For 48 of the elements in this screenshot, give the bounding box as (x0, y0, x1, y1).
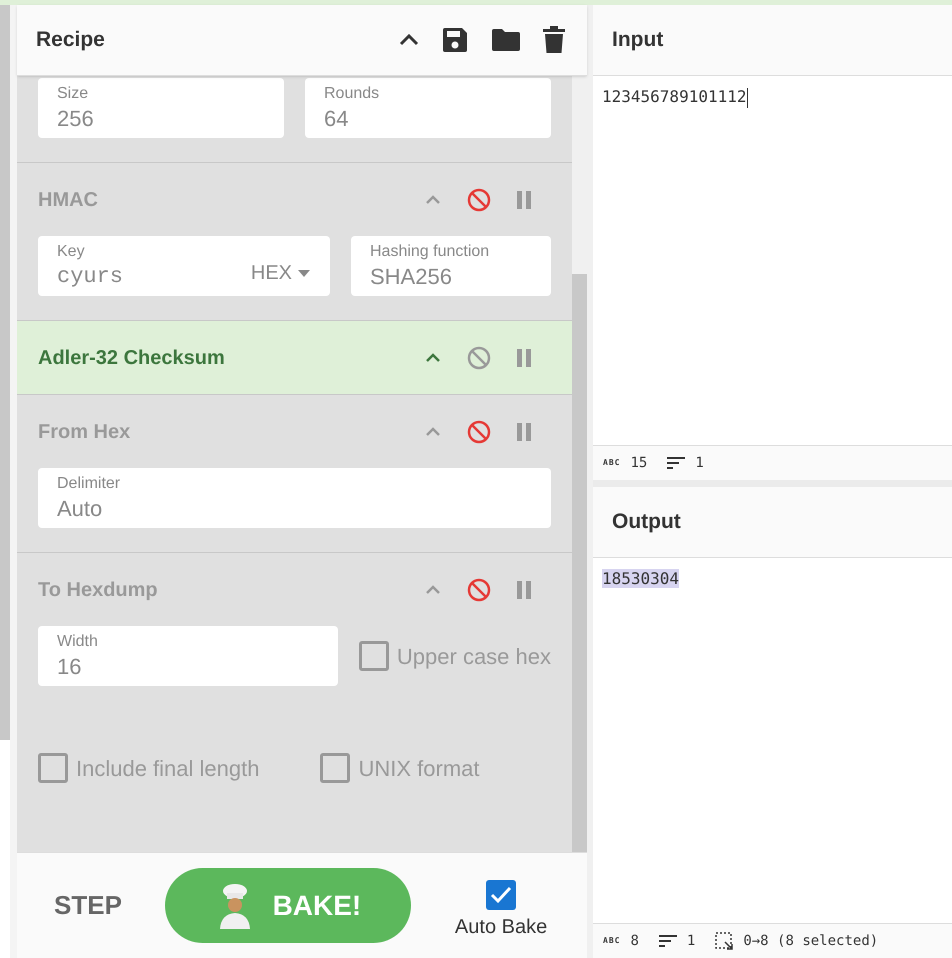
field-label: Width (57, 632, 99, 652)
field-label: Hashing function (370, 242, 490, 262)
panel-title: Input (612, 27, 664, 54)
lines-icon (658, 934, 677, 948)
field-label: Rounds (324, 84, 380, 104)
operation-title: To Hexdump (38, 578, 158, 602)
field-value: 64 (324, 105, 350, 133)
field-value: Auto (57, 495, 104, 523)
selection-info: 0→8 (8 selected) (743, 932, 878, 950)
field-label: Key (57, 242, 86, 262)
selection-icon (715, 932, 734, 950)
check-icon (490, 886, 512, 904)
panel-title: Output (612, 509, 681, 536)
field-label: Delimiter (57, 474, 122, 494)
pause-icon[interactable] (517, 348, 531, 366)
field-value: 16 (57, 653, 82, 681)
length-label: ABC (603, 935, 620, 947)
field-value: 256 (57, 105, 95, 133)
checkbox-label: UNIX format (358, 754, 480, 782)
bake-button[interactable]: BAKE! (164, 868, 411, 943)
field-value: SHA256 (370, 263, 453, 291)
checkbox-label: Upper case hex (396, 642, 551, 671)
step-button[interactable]: STEP (54, 886, 122, 925)
output-text: 18530304 (602, 569, 680, 588)
operation-title: HMAC (38, 188, 98, 212)
field-value: cyurs (57, 263, 124, 291)
line-count: 1 (686, 932, 696, 950)
disable-icon[interactable] (467, 346, 491, 370)
lines-icon (667, 456, 686, 470)
length-count: 8 (630, 932, 639, 950)
length-label: ABC (603, 457, 620, 469)
field-label: Size (57, 84, 90, 104)
caret-icon (298, 270, 310, 276)
operation-card[interactable]: Adler-32 Checksum (17, 320, 572, 394)
trash-icon[interactable] (543, 26, 565, 54)
panel-title: Recipe (36, 27, 105, 54)
scrollbar-thumb[interactable] (572, 274, 587, 852)
folder-icon[interactable] (491, 28, 521, 52)
chevron-up-icon[interactable] (399, 34, 419, 46)
line-count: 1 (695, 454, 704, 472)
input-text: 123456789101112 (602, 87, 746, 106)
checkbox-label: Include final length (76, 754, 260, 783)
auto-bake-label: Auto Bake (454, 914, 548, 940)
auto-bake-checkbox[interactable] (486, 880, 516, 910)
length-count: 15 (630, 454, 648, 472)
operation-title: From Hex (38, 420, 130, 444)
operation-title: Adler-32 Checksum (38, 346, 225, 370)
save-icon[interactable] (441, 26, 469, 54)
